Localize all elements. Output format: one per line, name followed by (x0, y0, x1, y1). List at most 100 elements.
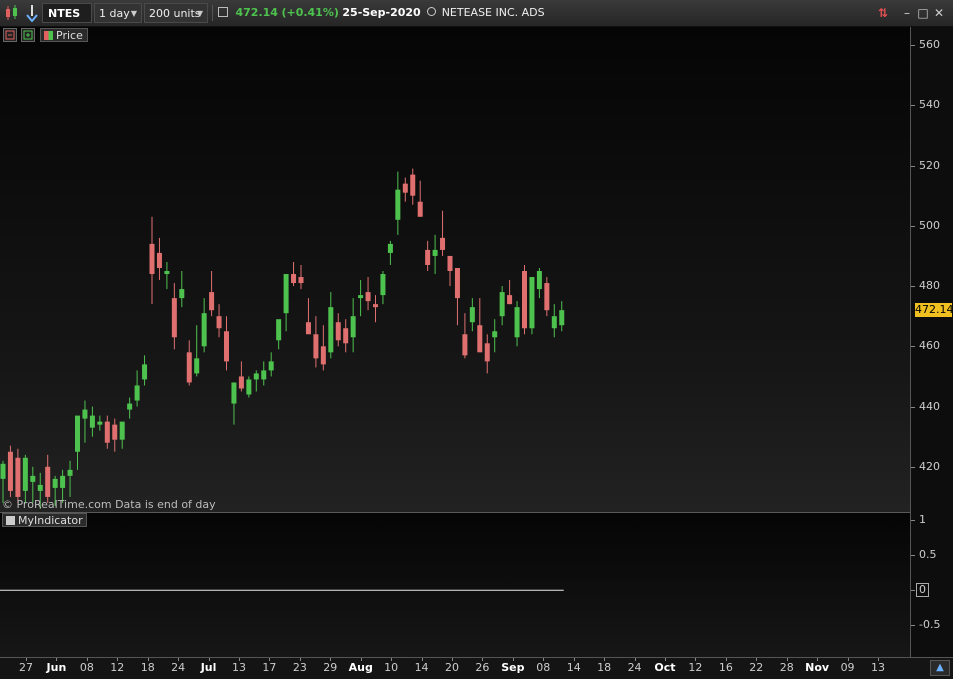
candle-body (246, 379, 252, 395)
candle[interactable] (522, 264, 527, 335)
candle[interactable] (454, 267, 460, 326)
candle[interactable] (268, 352, 274, 377)
add-panel-icon[interactable] (21, 28, 35, 42)
candle[interactable] (276, 319, 282, 350)
date-axis[interactable]: 27 Jun 08 12 18 24 Jul 13 17 23 29 Aug 10 14 20 26 Sep 08… (0, 657, 953, 679)
chart-canvas (0, 168, 565, 591)
candle-body (387, 243, 393, 253)
candle-body (522, 271, 527, 329)
candle[interactable] (89, 406, 95, 437)
candle[interactable] (350, 298, 356, 353)
candle[interactable] (425, 240, 431, 272)
candle[interactable] (15, 448, 21, 503)
candle[interactable] (507, 280, 513, 305)
candle[interactable] (209, 271, 215, 317)
candle[interactable] (447, 255, 453, 287)
candle[interactable] (492, 319, 498, 353)
candle[interactable] (134, 370, 140, 407)
axis-tick (360, 658, 362, 661)
candle[interactable] (402, 177, 408, 202)
candle[interactable] (410, 168, 416, 205)
candle[interactable] (75, 415, 80, 470)
candle-body (82, 409, 88, 419)
price-axis-label: 560 (919, 38, 940, 52)
candle-body (328, 307, 334, 353)
candle[interactable] (358, 280, 364, 317)
candle[interactable] (536, 267, 542, 299)
candle[interactable] (373, 295, 378, 323)
candle[interactable] (395, 171, 401, 235)
candle[interactable] (514, 301, 520, 347)
candle[interactable] (484, 334, 490, 374)
candle[interactable] (127, 397, 133, 419)
axis-tick (817, 658, 819, 661)
candle[interactable] (440, 210, 446, 256)
candle[interactable] (462, 313, 468, 359)
candle[interactable] (291, 261, 297, 287)
candle[interactable] (529, 277, 535, 335)
candle-body (75, 415, 80, 452)
date-axis-label: 08 (79, 661, 94, 674)
candle[interactable] (231, 382, 237, 425)
candle[interactable] (283, 274, 289, 332)
candle[interactable] (380, 271, 386, 305)
scroll-to-end-icon[interactable]: ▲ (930, 660, 950, 676)
panel-divider[interactable] (0, 512, 953, 513)
candle[interactable] (328, 292, 334, 359)
candle[interactable] (67, 460, 73, 497)
axis-tick (543, 658, 545, 661)
price-axis[interactable]: 560 540 520 500 480 460 440 420 1 0.5 0 -0.5 (910, 27, 953, 657)
candle[interactable] (432, 234, 438, 275)
candle[interactable] (82, 400, 88, 443)
candle[interactable] (0, 460, 6, 503)
candle[interactable] (45, 454, 51, 503)
candle[interactable] (469, 298, 475, 332)
candle[interactable] (201, 298, 207, 353)
candle[interactable] (142, 355, 148, 386)
price-series-label[interactable]: Price (40, 28, 88, 42)
candle[interactable] (224, 316, 229, 371)
candle[interactable] (313, 316, 319, 368)
candle[interactable] (149, 216, 155, 305)
candle[interactable] (186, 340, 192, 386)
remove-panel-icon[interactable] (3, 28, 17, 42)
candle[interactable] (477, 298, 483, 353)
candle[interactable] (22, 454, 28, 503)
candle[interactable] (365, 277, 371, 311)
candle[interactable] (559, 301, 565, 332)
indicator-label[interactable]: MyIndicator (2, 513, 87, 527)
candle[interactable] (261, 361, 267, 386)
candle[interactable] (112, 418, 118, 452)
candle[interactable] (320, 325, 326, 371)
candle[interactable] (97, 415, 103, 431)
candle-body (410, 174, 416, 196)
candle-body (89, 415, 95, 428)
candle[interactable] (179, 271, 185, 308)
candle[interactable] (305, 298, 311, 335)
candle[interactable] (164, 261, 170, 290)
candle[interactable] (253, 370, 259, 392)
candle[interactable] (343, 319, 349, 353)
candle[interactable] (171, 283, 177, 350)
candle[interactable] (298, 264, 304, 290)
candle[interactable] (216, 304, 222, 338)
candle[interactable] (238, 361, 244, 392)
candle[interactable] (335, 313, 341, 347)
candle[interactable] (156, 237, 162, 281)
candle[interactable] (417, 180, 423, 217)
candle[interactable] (387, 240, 393, 265)
axis-tick (786, 658, 788, 661)
candle[interactable] (104, 415, 110, 449)
candle[interactable] (194, 325, 200, 377)
candle[interactable] (119, 421, 125, 449)
date-axis-label: 26 (475, 661, 490, 674)
candle[interactable] (246, 376, 252, 398)
candle[interactable] (551, 304, 557, 338)
candle-body (127, 403, 133, 410)
candle[interactable] (544, 277, 550, 317)
candle-body (350, 316, 356, 338)
candle-body (276, 319, 282, 341)
candle[interactable] (499, 286, 505, 326)
price-axis-label: 480 (919, 279, 940, 293)
candle[interactable] (7, 445, 13, 497)
